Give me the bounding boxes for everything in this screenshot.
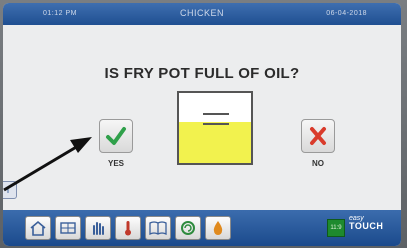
counter-badge: 11:9 xyxy=(327,219,345,237)
fill-line-upper xyxy=(203,113,229,115)
touch-screen: 01:12 PM CHICKEN 06-04-2018 IS FRY POT F… xyxy=(3,3,401,246)
hand-icon xyxy=(93,222,104,235)
easy-touch-logo: easy TOUCH xyxy=(349,215,384,231)
filter-button[interactable] xyxy=(175,216,201,240)
no-button[interactable] xyxy=(301,119,335,153)
no-label: NO xyxy=(312,159,324,168)
temperature-button[interactable] xyxy=(115,216,141,240)
fill-line-lower xyxy=(203,123,229,125)
globe-icon xyxy=(60,222,76,234)
home-icon xyxy=(30,220,46,236)
yes-label: YES xyxy=(108,159,125,168)
oil-button[interactable] xyxy=(205,216,231,240)
oil-fill xyxy=(179,122,251,163)
book-button[interactable] xyxy=(145,216,171,240)
thermometer-icon xyxy=(125,221,131,236)
home-button[interactable] xyxy=(25,216,51,240)
recycle-icon xyxy=(181,221,195,235)
info-icon: i xyxy=(7,185,9,195)
x-mark-icon xyxy=(310,127,326,145)
book-icon xyxy=(149,221,167,236)
question-text: IS FRY POT FULL OF OIL? xyxy=(104,65,300,82)
globe-button[interactable] xyxy=(55,216,81,240)
hand-button[interactable] xyxy=(85,216,111,240)
status-bar: 01:12 PM CHICKEN 06-04-2018 xyxy=(3,3,401,25)
info-button[interactable]: i xyxy=(3,181,17,199)
status-date: 06-04-2018 xyxy=(326,10,367,17)
fry-pot-illustration xyxy=(177,91,253,165)
oil-drop-icon xyxy=(213,221,223,235)
bottom-toolbar: 11:9 easy TOUCH xyxy=(3,210,401,246)
checkmark-icon xyxy=(106,127,126,145)
yes-button[interactable] xyxy=(99,119,133,153)
